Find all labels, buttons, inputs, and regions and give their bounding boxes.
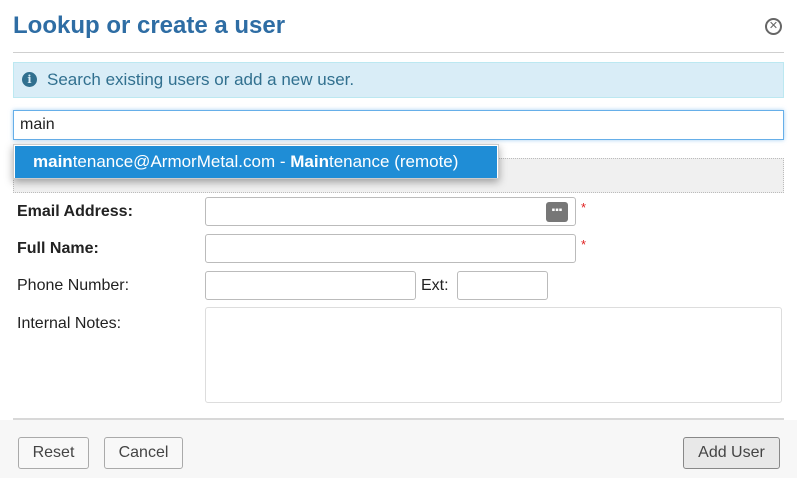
item-text: tenance (remote) <box>328 152 459 171</box>
reset-button[interactable]: Reset <box>18 437 89 469</box>
info-text: Search existing users or add a new user. <box>47 70 355 89</box>
full-name-field[interactable] <box>205 234 576 263</box>
title-divider <box>13 52 784 53</box>
phone-field[interactable] <box>205 271 416 300</box>
info-icon: i <box>22 72 37 87</box>
phone-label: Phone Number: <box>17 277 130 294</box>
info-banner: i Search existing users or add a new use… <box>13 62 784 98</box>
required-marker: * <box>581 237 587 252</box>
required-marker: * <box>581 200 587 215</box>
ext-field[interactable] <box>457 271 548 300</box>
dialog-title: Lookup or create a user <box>13 12 286 39</box>
user-search-input[interactable] <box>13 110 784 140</box>
close-icon[interactable]: ✕ <box>765 18 782 35</box>
match-highlight: main <box>33 152 73 171</box>
contact-card-icon[interactable]: ▪▪▪ <box>546 202 568 222</box>
full-name-label: Full Name: <box>17 240 99 257</box>
internal-notes-textarea[interactable] <box>205 307 782 403</box>
autocomplete-dropdown: maintenance@ArmorMetal.com - Maintenance… <box>13 144 499 179</box>
item-text: tenance@ArmorMetal.com - <box>72 152 291 171</box>
match-highlight: Main <box>290 152 329 171</box>
email-label: Email Address: <box>17 203 133 220</box>
email-field[interactable]: ▪▪▪ <box>205 197 576 226</box>
ext-label: Ext: <box>421 277 449 294</box>
footer-divider <box>13 418 784 420</box>
cancel-button[interactable]: Cancel <box>104 437 183 469</box>
autocomplete-item[interactable]: maintenance@ArmorMetal.com - Maintenance… <box>15 146 497 178</box>
notes-label: Internal Notes: <box>17 315 122 332</box>
add-user-button[interactable]: Add User <box>683 437 780 469</box>
